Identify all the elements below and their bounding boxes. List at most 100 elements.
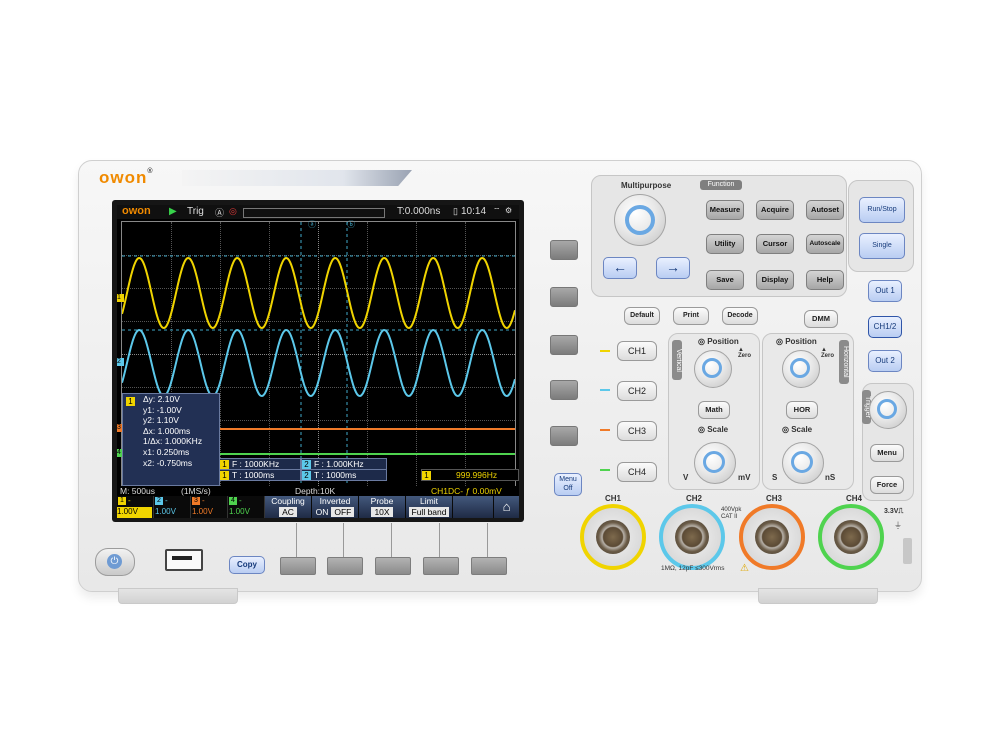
menu-limit[interactable]: Limit Full band [406, 496, 453, 518]
menu-bar: 1 - 1.00V 2 - 1.00V 3 - 1.00V 4 - 1.00V … [117, 496, 519, 518]
menu-probe[interactable]: Probe 10X [359, 496, 406, 518]
horizontal-position-knob[interactable] [782, 350, 820, 388]
copy-button[interactable]: Copy [229, 556, 265, 574]
inv-delta-x: 1/Δx: 1.000KHz [143, 436, 203, 447]
memory-bar [243, 208, 385, 218]
menu-limit-value: Full band [408, 507, 450, 517]
dmm-button[interactable]: DMM [804, 310, 838, 328]
ch3-scale-cell[interactable]: 3 - 1.00V [191, 496, 228, 518]
math-button[interactable]: Math [698, 401, 730, 419]
out12-button[interactable]: CH1/2 [868, 316, 902, 338]
default-button[interactable]: Default [624, 307, 660, 325]
ch4-scale-cell[interactable]: 4 - 1.00V [228, 496, 265, 518]
side-softkey-5[interactable] [550, 426, 578, 446]
single-button[interactable]: Single [859, 233, 905, 259]
trigger-level-knob[interactable] [869, 391, 907, 429]
bnc-ch3-connector[interactable] [739, 504, 805, 570]
bnc-ch1-connector[interactable] [580, 504, 646, 570]
save-button[interactable]: Save [706, 270, 744, 290]
display-button[interactable]: Display [756, 270, 794, 290]
utility-button[interactable]: Utility [706, 234, 744, 254]
cursor-a-marker: ⓐ [308, 220, 316, 229]
ch3-badge: 3 [192, 497, 200, 505]
menu-coupling[interactable]: Coupling AC [265, 496, 312, 518]
horizontal-scale-knob[interactable] [782, 442, 824, 484]
cal-terminal [903, 538, 912, 564]
vertical-scale-label: ◎ Scale [698, 425, 729, 434]
ch1-marker[interactable]: 1 [117, 294, 124, 302]
lcd-screen: owon ▶ Trig Ⓐ ◎ T:0.000ns ▯ 10:14 ⌔ ⚙ ⓐ … [117, 205, 519, 518]
ch2-button[interactable]: CH2 [617, 381, 657, 401]
brand-logo-text: owon [99, 168, 148, 187]
hor-button[interactable]: HOR [786, 401, 818, 419]
decode-button[interactable]: Decode [722, 307, 758, 325]
vertical-scale-text: Scale [707, 425, 729, 434]
menu-inverted-on: ON [315, 507, 329, 517]
ch2-scale-cell[interactable]: 2 - 1.00V [154, 496, 191, 518]
period-box-ch1: 1T : 1000ms [219, 469, 301, 481]
period-box-ch2-text: T : 1000ms [314, 470, 357, 480]
menu-off-button[interactable]: Menu Off [554, 473, 582, 496]
model-strip [182, 170, 412, 186]
ch3-button[interactable]: CH3 [617, 421, 657, 441]
softkey-link-5 [487, 523, 488, 557]
side-softkey-2[interactable] [550, 287, 578, 307]
trigger-menu-button[interactable]: Menu [870, 444, 904, 462]
bnc-ch2-connector[interactable] [659, 504, 725, 570]
bnc-ch4-connector[interactable] [818, 504, 884, 570]
period-box-ch1-text: T : 1000ms [232, 470, 275, 480]
menu-inverted[interactable]: Inverted ON OFF [312, 496, 359, 518]
cursor-button[interactable]: Cursor [756, 234, 794, 254]
autoscale-button[interactable]: Autoscale [806, 234, 844, 254]
bottom-softkey-2[interactable] [327, 557, 363, 575]
ch4-coupling: - [239, 496, 242, 505]
auto-icon: Ⓐ [215, 208, 225, 218]
home-icon[interactable]: ⌂ [494, 496, 519, 518]
help-button[interactable]: Help [806, 270, 844, 290]
horizontal-scale-text: Scale [791, 425, 813, 434]
vertical-position-knob[interactable] [694, 350, 732, 388]
horizontal-position-text: Position [785, 337, 817, 346]
counter-value: 999.996Hz [456, 470, 498, 480]
ch1-trace [122, 256, 515, 330]
bottom-softkey-4[interactable] [423, 557, 459, 575]
ch4-badge: 4 [229, 497, 237, 505]
side-softkey-4[interactable] [550, 380, 578, 400]
horizontal-position-label: ◎ Position [776, 337, 817, 346]
print-button[interactable]: Print [673, 307, 709, 325]
vertical-scale-knob[interactable] [694, 442, 736, 484]
ch1-scale-cell[interactable]: 1 - 1.00V [117, 496, 154, 518]
force-button[interactable]: Force [870, 476, 904, 494]
autoset-button[interactable]: Autoset [806, 200, 844, 220]
trigger-status: CH1DC- ƒ 0.00mV [431, 486, 502, 496]
y1-value: y1: -1.00V [143, 404, 182, 415]
acquire-button[interactable]: Acquire [756, 200, 794, 220]
memory-depth: Depth:10K [295, 486, 336, 496]
ch2-badge: 2 [155, 497, 163, 505]
calendar-icon: ▯ [453, 206, 458, 216]
ch2-color-bar [600, 389, 610, 391]
out1-button[interactable]: Out 1 [868, 280, 902, 302]
left-arrow-button[interactable]: ← [603, 257, 637, 279]
period-box-ch2: 2T : 1000ms [301, 469, 387, 481]
vertical-position-text: Position [707, 337, 739, 346]
menu-empty [453, 496, 494, 518]
ch3-color-bar [600, 429, 610, 431]
bottom-softkey-1[interactable] [280, 557, 316, 575]
side-softkey-1[interactable] [550, 240, 578, 260]
freq-box-ch1-text: F : 1000KHz [232, 459, 280, 469]
softkey-link-4 [439, 523, 440, 557]
run-stop-button[interactable]: Run/Stop [859, 197, 905, 223]
bottom-softkey-5[interactable] [471, 557, 507, 575]
ch3-scale: 1.00V [192, 507, 213, 516]
out2-button[interactable]: Out 2 [868, 350, 902, 372]
bottom-softkey-3[interactable] [375, 557, 411, 575]
side-softkey-3[interactable] [550, 335, 578, 355]
measure-button[interactable]: Measure [706, 200, 744, 220]
power-button[interactable]: ⏻ [95, 548, 135, 576]
ch4-button[interactable]: CH4 [617, 462, 657, 482]
ch1-button[interactable]: CH1 [617, 341, 657, 361]
multipurpose-knob[interactable] [614, 194, 666, 246]
right-arrow-button[interactable]: → [656, 257, 690, 279]
ch2-marker[interactable]: 2 [117, 358, 124, 366]
